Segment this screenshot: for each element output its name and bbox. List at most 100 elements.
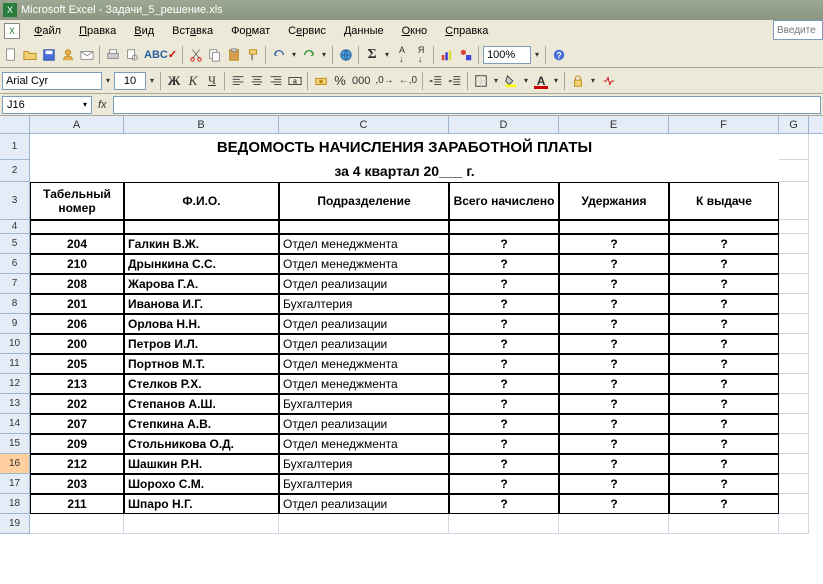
cell-fio[interactable]: Шашкин Р.Н. [124, 454, 279, 474]
spell-check-button[interactable]: ABC✓ [142, 45, 179, 65]
fx-icon[interactable]: fx [98, 99, 107, 111]
font-size-dropdown[interactable]: ▾ [147, 76, 157, 85]
row-header-9[interactable]: 9 [0, 314, 30, 334]
cell-dept[interactable]: Отдел менеджмента [279, 374, 449, 394]
cell-total[interactable]: ? [449, 494, 559, 514]
font-name-combo[interactable]: Arial Cyr [2, 72, 102, 90]
security-dropdown[interactable]: ▾ [588, 76, 598, 85]
cell-deduct[interactable]: ? [559, 394, 669, 414]
merge-center-button[interactable]: a [286, 71, 304, 91]
cell-payout[interactable]: ? [669, 494, 779, 514]
cell-tabnum[interactable]: 206 [30, 314, 124, 334]
cell-deduct[interactable]: ? [559, 374, 669, 394]
cell-fio[interactable]: Иванова И.Г. [124, 294, 279, 314]
cell-tabnum[interactable]: 213 [30, 374, 124, 394]
row-header-15[interactable]: 15 [0, 434, 30, 454]
row-header-1[interactable]: 1 [0, 134, 30, 160]
cell-total[interactable]: ? [449, 274, 559, 294]
row-header-16[interactable]: 16 [0, 454, 30, 474]
cell-tabnum[interactable]: 211 [30, 494, 124, 514]
col-header-g[interactable]: G [779, 116, 809, 133]
cell-dept[interactable]: Отдел реализации [279, 334, 449, 354]
cell-tabnum[interactable]: 203 [30, 474, 124, 494]
help-search-input[interactable] [773, 20, 823, 40]
menu-insert[interactable]: Вставка [164, 23, 221, 39]
cell-deduct[interactable]: ? [559, 454, 669, 474]
cell-fio[interactable]: Шорохо С.М. [124, 474, 279, 494]
cell-payout[interactable]: ? [669, 274, 779, 294]
cell-deduct[interactable]: ? [559, 274, 669, 294]
font-color-button[interactable]: А [532, 71, 550, 91]
undo-dropdown[interactable]: ▾ [289, 50, 299, 59]
mail-button[interactable] [78, 45, 96, 65]
worksheet-grid[interactable]: A B C D E F G 12345678910111213141516171… [0, 116, 823, 584]
cell-fio[interactable]: Стелков Р.Х. [124, 374, 279, 394]
cell-payout[interactable]: ? [669, 474, 779, 494]
row-header-4[interactable]: 4 [0, 220, 30, 234]
document-icon[interactable]: X [4, 23, 20, 39]
cell-total[interactable]: ? [449, 334, 559, 354]
row-header-8[interactable]: 8 [0, 294, 30, 314]
menu-help[interactable]: Справка [437, 23, 496, 39]
currency-button[interactable] [312, 71, 330, 91]
row-header-10[interactable]: 10 [0, 334, 30, 354]
cell-fio[interactable]: Портнов М.Т. [124, 354, 279, 374]
research-button[interactable] [599, 71, 617, 91]
cell-dept[interactable]: Отдел менеджмента [279, 254, 449, 274]
cell-payout[interactable]: ? [669, 374, 779, 394]
row-header-12[interactable]: 12 [0, 374, 30, 394]
cell-total[interactable]: ? [449, 314, 559, 334]
cell-fio[interactable]: Дрынкина С.С. [124, 254, 279, 274]
header-total[interactable]: Всего начислено [449, 182, 559, 220]
row-header-6[interactable]: 6 [0, 254, 30, 274]
fill-color-dropdown[interactable]: ▾ [521, 76, 531, 85]
cell-dept[interactable]: Отдел реализации [279, 414, 449, 434]
decrease-decimal-button[interactable]: ←,0 [397, 71, 419, 91]
redo-dropdown[interactable]: ▾ [319, 50, 329, 59]
cell-total[interactable]: ? [449, 414, 559, 434]
cell-dept[interactable]: Бухгалтерия [279, 454, 449, 474]
cell-total[interactable]: ? [449, 374, 559, 394]
cell-deduct[interactable]: ? [559, 314, 669, 334]
percent-button[interactable]: % [331, 71, 349, 91]
cell-dept[interactable]: Отдел реализации [279, 494, 449, 514]
underline-button[interactable]: Ч [203, 71, 221, 91]
row-header-18[interactable]: 18 [0, 494, 30, 514]
cell-payout[interactable]: ? [669, 314, 779, 334]
header-payout[interactable]: К выдаче [669, 182, 779, 220]
save-button[interactable] [40, 45, 58, 65]
header-deduct[interactable]: Удержания [559, 182, 669, 220]
row-header-5[interactable]: 5 [0, 234, 30, 254]
header-fio[interactable]: Ф.И.О. [124, 182, 279, 220]
cell-deduct[interactable]: ? [559, 334, 669, 354]
menu-view[interactable]: Вид [126, 23, 162, 39]
new-doc-button[interactable] [2, 45, 20, 65]
cell-payout[interactable]: ? [669, 254, 779, 274]
decrease-indent-button[interactable] [427, 71, 445, 91]
borders-dropdown[interactable]: ▾ [491, 76, 501, 85]
cell-total[interactable]: ? [449, 454, 559, 474]
cell-tabnum[interactable]: 200 [30, 334, 124, 354]
borders-button[interactable] [472, 71, 490, 91]
comma-style-button[interactable]: 000 [350, 71, 372, 91]
cell-dept[interactable]: Отдел менеджмента [279, 234, 449, 254]
sheet-subtitle[interactable]: за 4 квартал 20___ г. [30, 160, 779, 182]
sort-desc-button[interactable]: Я↓ [412, 45, 430, 65]
row-header-11[interactable]: 11 [0, 354, 30, 374]
row-header-2[interactable]: 2 [0, 160, 30, 182]
cell-payout[interactable]: ? [669, 394, 779, 414]
cell-tabnum[interactable]: 201 [30, 294, 124, 314]
autosum-dropdown[interactable]: ▾ [382, 50, 392, 59]
bold-button[interactable]: Ж [165, 71, 183, 91]
increase-decimal-button[interactable]: ,0→ [373, 71, 395, 91]
cell-payout[interactable]: ? [669, 354, 779, 374]
align-center-button[interactable] [248, 71, 266, 91]
cell-deduct[interactable]: ? [559, 494, 669, 514]
align-left-button[interactable] [229, 71, 247, 91]
hyperlink-button[interactable] [337, 45, 355, 65]
cell-dept[interactable]: Бухгалтерия [279, 394, 449, 414]
increase-indent-button[interactable] [446, 71, 464, 91]
cell-deduct[interactable]: ? [559, 354, 669, 374]
cell-payout[interactable]: ? [669, 294, 779, 314]
header-tabnum[interactable]: Табельный номер [30, 182, 124, 220]
